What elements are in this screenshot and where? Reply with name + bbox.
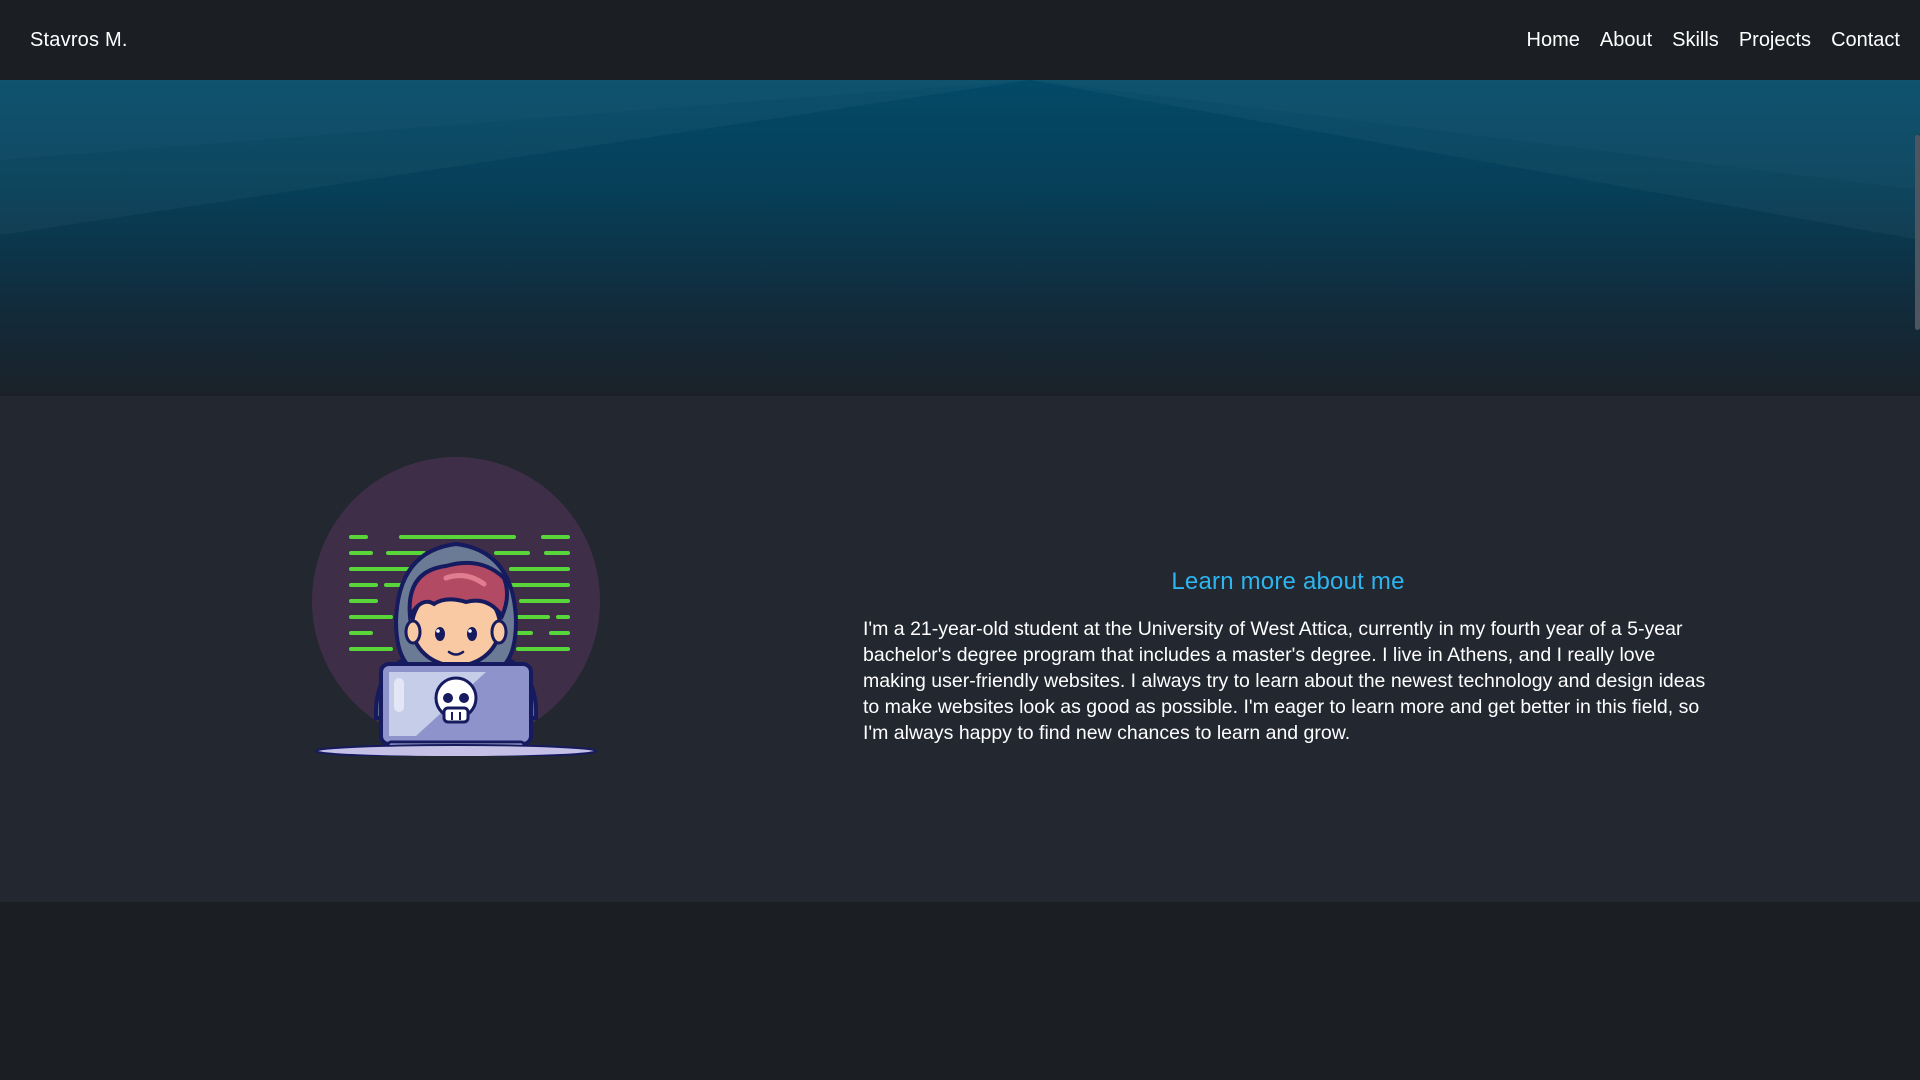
nav-link-about[interactable]: About	[1600, 29, 1652, 52]
nav-links: Home About Skills Projects Contact	[1527, 29, 1900, 52]
scrollbar-thumb[interactable]	[1915, 135, 1920, 330]
navbar: Stavros M. Home About Skills Projects Co…	[0, 0, 1920, 80]
nav-link-skills[interactable]: Skills	[1672, 29, 1719, 52]
about-title: Learn more about me	[1171, 568, 1405, 595]
nav-link-home[interactable]: Home	[1527, 29, 1580, 52]
hero-wave-background	[0, 80, 1920, 396]
hero-banner	[0, 80, 1920, 396]
hacker-illustration	[306, 456, 606, 758]
brand-logo[interactable]: Stavros M.	[30, 29, 128, 52]
next-section	[0, 902, 1920, 1080]
about-paragraph: I'm a 21-year-old student at the Univers…	[863, 618, 1706, 744]
nav-link-projects[interactable]: Projects	[1739, 29, 1811, 52]
about-section: Learn more about me I'm a 21-year-old st…	[0, 396, 1920, 902]
nav-link-contact[interactable]: Contact	[1831, 29, 1900, 52]
about-content: Learn more about me I'm a 21-year-old st…	[863, 568, 1713, 746]
